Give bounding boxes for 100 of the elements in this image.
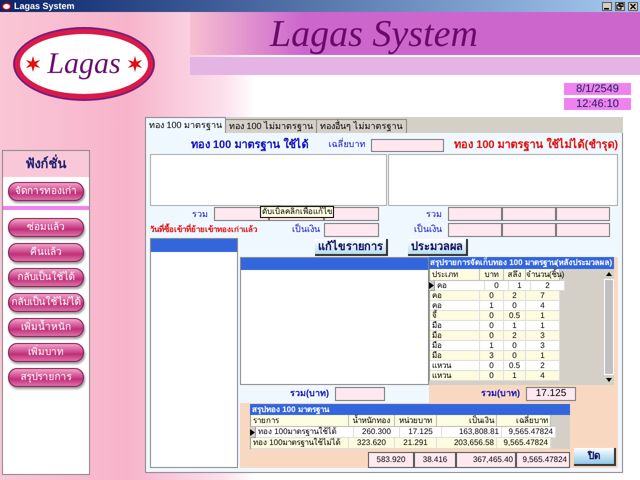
table-cell: 2 [504, 331, 526, 342]
field-label: วันที่ซื้อเข้าที่ย้ายเข้าทองเก่าแล้ว [150, 224, 258, 236]
table-cell: 1 [504, 321, 526, 332]
money-field[interactable] [448, 222, 502, 237]
total-field[interactable] [448, 207, 502, 222]
total-field[interactable] [556, 207, 610, 222]
column-header: น้ำหนักทอง [349, 415, 395, 428]
total-field[interactable] [502, 207, 556, 222]
star-icon [126, 56, 143, 72]
row-pointer-icon [429, 282, 434, 290]
unusable-list[interactable] [388, 154, 618, 206]
table-cell: คอ [430, 291, 480, 302]
sidebar-title: ฟังก์ชั่น [3, 151, 89, 177]
table-cell: 1 [526, 321, 560, 332]
field-label: รวม(บาท) [290, 387, 329, 400]
column-header: รายการ [251, 415, 349, 428]
column-header: หน่วยบาท [395, 415, 437, 428]
field-label: รวม [191, 208, 209, 221]
table-cell: 4 [526, 301, 560, 312]
scroll-up-icon[interactable] [604, 269, 614, 280]
tab[interactable]: ทองอื่นๆ ไม่มาตรฐาน [317, 119, 407, 133]
app-icon [2, 2, 11, 10]
table-cell: 0 [480, 361, 504, 372]
table-cell: 2 [526, 361, 560, 372]
money-field[interactable] [556, 222, 610, 237]
total-field: 367,465.40 [456, 452, 516, 468]
close-icon[interactable] [628, 2, 638, 10]
sidebar-button[interactable]: สรุปรายการ [8, 368, 84, 387]
sidebar-button[interactable]: เพิ่มน้ำหนัก [8, 318, 84, 337]
total-field[interactable] [335, 387, 385, 402]
table-cell: 260.300 [354, 427, 400, 438]
table-cell: 0.5 [504, 311, 526, 322]
section-title: ทอง 100 มาตรฐาน ใช้ได้ [190, 136, 308, 154]
field-label: เฉลี่ยบาท [328, 138, 366, 152]
table-cell: แหวน [430, 371, 480, 382]
table-cell: 0.5 [504, 361, 526, 372]
tab[interactable]: ทอง 100 มาตรฐาน [145, 117, 226, 133]
table-cell: ทอง 100มาตรฐานใช้ได้ [256, 427, 354, 438]
field-label: รวม(บาท) [481, 387, 520, 400]
column-header: สลึง [504, 269, 526, 282]
table-cell: 17.125 [400, 427, 442, 438]
table-cell: 0 [480, 291, 504, 302]
sidebar-button[interactable]: จัดการทองเก่า [8, 182, 84, 201]
table-cell: 0 [480, 311, 504, 322]
table-cell: 1 [526, 311, 560, 322]
table-cell: 21.291 [395, 438, 437, 450]
column-header: บาท [480, 269, 504, 282]
result-list[interactable] [240, 257, 429, 386]
table-cell: 0 [480, 321, 504, 332]
date-list[interactable] [150, 238, 238, 468]
table-cell: 3 [526, 341, 560, 352]
table-cell: 1 [526, 351, 560, 362]
window-title: Lagas System [14, 2, 75, 10]
close-button[interactable]: ปิด [574, 448, 616, 466]
table-cell: มือ [430, 321, 480, 332]
column-header: เฉลี่ยบาท [497, 415, 551, 428]
sidebar-button[interactable]: คืนแล้ว [8, 243, 84, 262]
sidebar-button[interactable]: ซ่อมแล้ว [8, 218, 84, 237]
table-cell: 203,656.58 [437, 438, 497, 450]
column-header: เป็นเงิน [437, 415, 497, 428]
summary-title: สรุปทอง 100 มาตรฐาน [250, 404, 570, 416]
table-cell: แหวน [430, 361, 480, 372]
sidebar-button[interactable]: กลับเป็นใช้ได้ [8, 268, 84, 287]
sidebar-button[interactable]: เพิ่มบาท [8, 343, 84, 362]
table-cell: 2 [531, 281, 565, 292]
table-cell: 0 [504, 301, 526, 312]
total-field: 38.416 [414, 452, 456, 468]
grid-title: สรุปรายการจัดเก็บทอง 100 มาตรฐาน(หลังประมวลผล) [429, 257, 614, 270]
table-cell: 2 [504, 291, 526, 302]
column-header: ประเภท [430, 269, 480, 282]
table-cell: มือ [430, 341, 480, 352]
table-cell: 1 [480, 341, 504, 352]
process-button[interactable]: ประมวลผล [408, 239, 468, 256]
minimize-icon[interactable] [602, 2, 612, 10]
scroll-down-icon[interactable] [604, 375, 614, 386]
money-field[interactable] [502, 222, 556, 237]
table-cell: มือ [430, 351, 480, 362]
scroll-thumb[interactable] [604, 279, 614, 376]
section-title: ทอง 100 มาตรฐาน ใช้ไม่ได้(ชำรุด) [454, 136, 618, 154]
sidebar-button[interactable]: กลับเป็นใช้ไม่ได้ [8, 293, 84, 312]
table-cell: 0 [480, 371, 504, 382]
restore-icon[interactable] [615, 2, 625, 10]
table-cell: 3 [526, 331, 560, 342]
money-field[interactable] [324, 222, 379, 237]
table-cell: 4 [526, 371, 560, 382]
table-cell: จี้ [430, 311, 480, 322]
edit-button[interactable]: แก้ไขรายการ [315, 239, 388, 256]
scrollbar[interactable] [604, 269, 614, 386]
tooltip: ดับเบิ้ลคลิกเพื่อแก้ไข [260, 206, 334, 218]
time-display: 12:46:10 [563, 97, 632, 111]
total-field: 9,565.47824 [516, 452, 570, 468]
table-cell: 1 [504, 371, 526, 382]
field-label: รวม [425, 208, 443, 221]
total-field[interactable]: 17.125 [526, 387, 576, 402]
average-field[interactable] [371, 138, 444, 152]
table-cell: 0 [480, 331, 504, 342]
table-cell: 163,808.81 [442, 427, 502, 438]
tab[interactable]: ทอง 100 ไม่มาตรฐาน [226, 119, 318, 133]
table-cell: คอ [435, 281, 485, 292]
table-cell: 0 [504, 351, 526, 362]
